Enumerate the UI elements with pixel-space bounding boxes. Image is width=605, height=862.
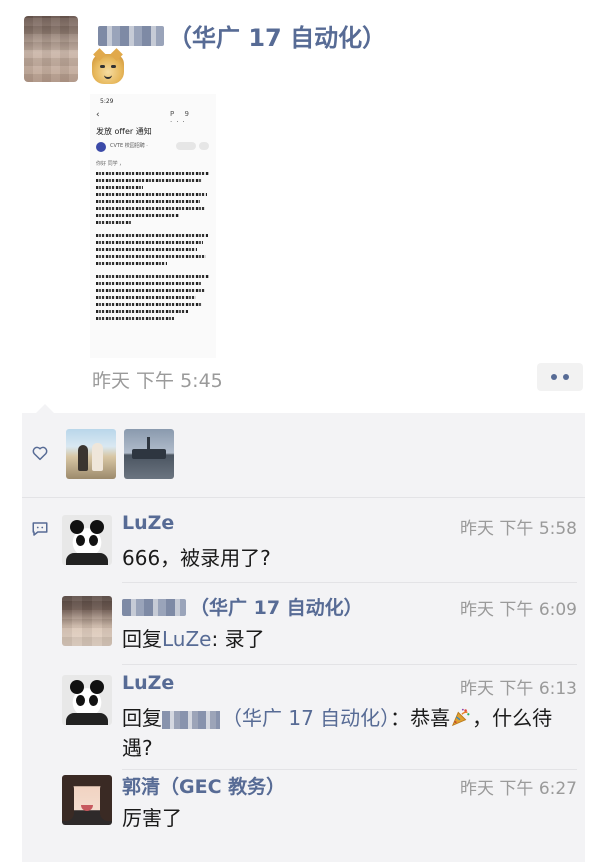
comment-item[interactable]: （华广 17 自动化） 昨天 下午 6:09 回复LuZe: 录了 [62, 596, 577, 656]
more-dot-icon [563, 374, 569, 380]
reply-mention[interactable]: （华广 17 自动化） [162, 706, 390, 730]
comment-time: 昨天 下午 5:58 [460, 519, 577, 539]
comment-time: 昨天 下午 6:13 [460, 679, 577, 699]
screenshot-sender-avatar [96, 142, 106, 152]
post-image-screenshot[interactable]: 5:29 ‹ P 9 ··· 发放 offer 通知 CVTE 校园招聘 · 你… [90, 94, 216, 358]
post-author-avatar[interactable] [24, 16, 78, 82]
redacted-name [122, 599, 186, 616]
screenshot-sender: CVTE 校园招聘 · [110, 143, 148, 149]
comment-time: 昨天 下午 6:09 [460, 600, 577, 620]
screenshot-pill [176, 142, 196, 150]
heart-outline-icon [32, 446, 48, 461]
more-dot-icon [551, 374, 557, 380]
commenter-avatar[interactable] [62, 775, 112, 825]
comment-time: 昨天 下午 6:27 [460, 779, 577, 799]
moments-post: （华广 17 自动化） 5:29 ‹ P 9 ··· 发放 offer 通知 C… [0, 0, 605, 862]
comment-divider [122, 582, 577, 583]
post-author-name[interactable]: （华广 17 自动化） [98, 18, 386, 53]
dog-face-emoji-icon [92, 48, 124, 84]
screenshot-greeting: 你好 同学 ， [96, 161, 125, 167]
redacted-name [162, 710, 220, 729]
comment-item[interactable]: LuZe 昨天 下午 5:58 666，被录用了? [62, 512, 577, 575]
commenter-avatar[interactable] [62, 515, 112, 565]
likes-divider [22, 497, 585, 498]
screenshot-top-icons: P 9 ··· [170, 110, 193, 126]
screenshot-redacted-body [96, 172, 214, 324]
comment-item[interactable]: LuZe 昨天 下午 6:13 回复 （华广 17 自动化）：恭喜 ，什么待遇? [62, 672, 577, 761]
like-avatar[interactable] [124, 429, 174, 479]
commenter-avatar[interactable] [62, 675, 112, 725]
commenter-name[interactable]: （华广 17 自动化） [122, 593, 363, 620]
commenter-name[interactable]: LuZe [122, 512, 174, 534]
like-avatar[interactable] [66, 429, 116, 479]
screenshot-status-time: 5:29 [100, 98, 114, 105]
screenshot-back-icon: ‹ [96, 110, 100, 120]
comment-text: 回复 （华广 17 自动化）：恭喜 ，什么待遇? [122, 706, 553, 760]
likes-row [22, 413, 585, 497]
comment-text: 666，被录用了? [122, 546, 271, 570]
comment-divider [122, 769, 577, 770]
commenter-avatar[interactable] [62, 596, 112, 646]
screenshot-pill-more [199, 142, 209, 150]
interaction-panel: LuZe 昨天 下午 5:58 666，被录用了? （华广 17 自动化） 昨天… [22, 413, 585, 862]
comment-item[interactable]: 郭清（GEC 教务） 昨天 下午 6:27 厉害了 [62, 775, 577, 835]
more-actions-button[interactable] [537, 363, 583, 391]
party-popper-icon [452, 708, 470, 727]
comment-bubble-icon [32, 522, 48, 536]
redacted-name [98, 25, 164, 46]
post-timestamp: 昨天 下午 5:45 [92, 370, 223, 392]
commenter-name[interactable]: 郭清（GEC 教务） [122, 772, 285, 799]
comment-text: 回复LuZe: 录了 [122, 627, 265, 651]
commenter-name[interactable]: LuZe [122, 672, 174, 694]
panel-caret [36, 404, 54, 413]
comment-divider [122, 664, 577, 665]
comment-text: 厉害了 [122, 806, 182, 830]
screenshot-subject: 发放 offer 通知 [96, 127, 152, 136]
reply-mention[interactable]: LuZe [162, 627, 211, 651]
